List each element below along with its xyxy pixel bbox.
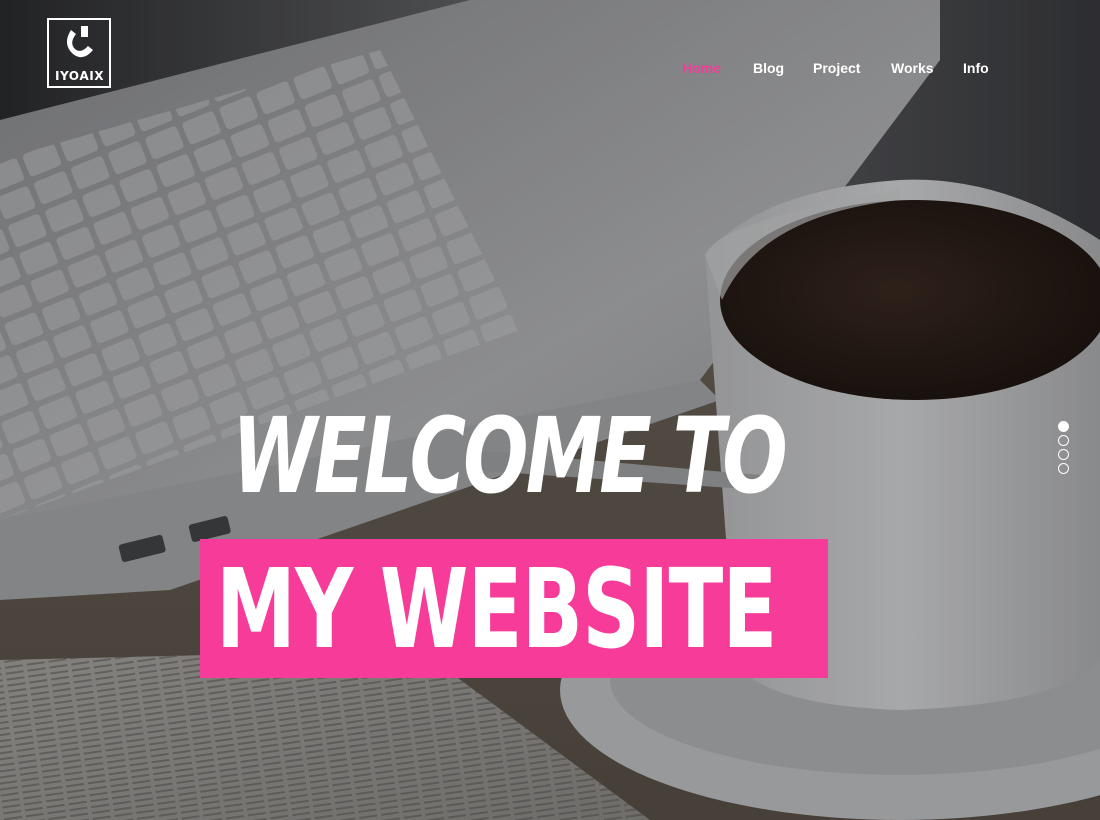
logo-mark-icon [66, 26, 93, 58]
nav-project[interactable]: Project [813, 60, 860, 76]
hero-headline-line-2: MY WEBSITE [216, 545, 777, 673]
main-navigation: Home Blog Project Works Info [0, 60, 1100, 80]
nav-info[interactable]: Info [963, 60, 989, 76]
nav-home[interactable]: Home [682, 60, 721, 76]
slider-dot-3[interactable] [1058, 449, 1069, 460]
nav-works[interactable]: Works [891, 60, 934, 76]
slider-dot-1[interactable] [1058, 421, 1069, 432]
slider-pagination [1058, 421, 1072, 477]
hero-headline-line-1: WELCOME TO [232, 395, 788, 517]
hero-section: XIAOYI Home Blog Project Works Info WELC… [0, 0, 1100, 820]
slider-dot-2[interactable] [1058, 435, 1069, 446]
nav-blog[interactable]: Blog [753, 60, 784, 76]
slider-dot-4[interactable] [1058, 463, 1069, 474]
